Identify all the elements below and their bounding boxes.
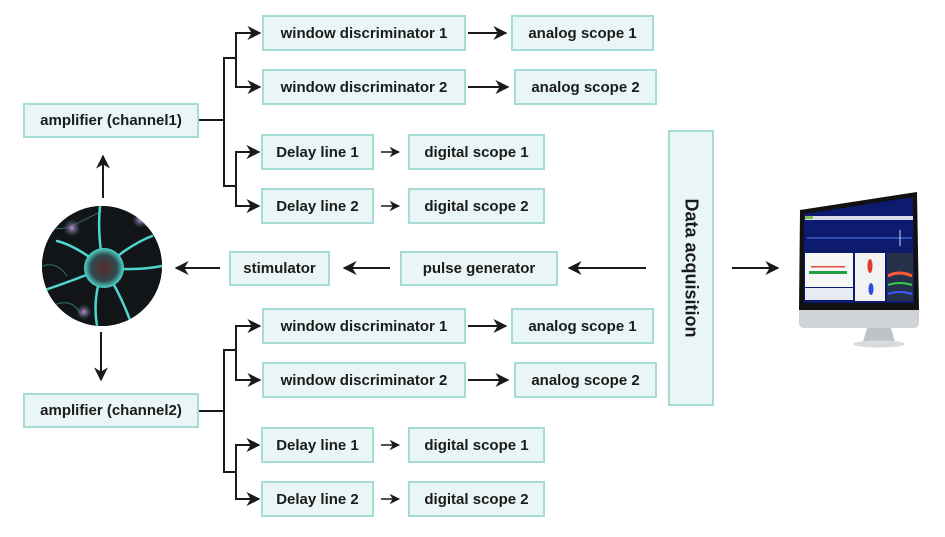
amplifier-channel1-label: amplifier (channel1) — [40, 112, 182, 129]
ch1-branch-dl1 — [235, 145, 261, 186]
ch2-digital-scope-2-box: digital scope 2 — [408, 481, 545, 517]
ch2-branch-wd1 — [235, 319, 262, 350]
pulse-generator-label: pulse generator — [422, 260, 536, 277]
computer-monitor-image — [795, 190, 925, 350]
ch2-window-discriminator-1-label: window discriminator 1 — [280, 317, 448, 335]
ch2-analog-scope-2-box: analog scope 2 — [514, 362, 657, 398]
ch2-digital-scope-1-label: digital scope 1 — [424, 436, 529, 454]
ch2-window-discriminator-2-box: window discriminator 2 — [262, 362, 466, 398]
ch1-window-discriminator-1-label: window discriminator 1 — [280, 24, 448, 42]
ch2-digital-scope-2-label: digital scope 2 — [424, 490, 529, 508]
ch1-delay-line-2-label: Delay line 2 — [276, 197, 359, 215]
ch1-branch-dl2 — [235, 186, 261, 213]
ch1-delay-line-1-box: Delay line 1 — [261, 134, 374, 170]
neuron-icon — [42, 206, 162, 326]
ch2-delay-line-2-box: Delay line 2 — [261, 481, 374, 517]
ch2-delay-line-1-label: Delay line 1 — [276, 436, 359, 454]
ch1-branch-wd1 — [235, 26, 262, 58]
amplifier-channel1-box: amplifier (channel1) — [23, 103, 199, 138]
ch1-window-discriminator-2-box: window discriminator 2 — [262, 69, 466, 105]
ch1-trunk — [199, 57, 236, 187]
ch1-analog-scope-1-box: analog scope 1 — [511, 15, 654, 51]
ch2-delay-line-2-label: Delay line 2 — [276, 490, 359, 508]
ch2-digital-scope-1-box: digital scope 1 — [408, 427, 545, 463]
pulse-generator-box: pulse generator — [400, 251, 558, 286]
amplifier-channel2-box: amplifier (channel2) — [23, 393, 199, 428]
ch1-delay-line-1-label: Delay line 1 — [276, 143, 359, 161]
ch2-branch-wd2 — [235, 350, 262, 387]
neuron-image — [42, 206, 162, 326]
ch1-digital-scope-1-box: digital scope 1 — [408, 134, 545, 170]
ch1-delay-line-2-box: Delay line 2 — [261, 188, 374, 224]
ch2-branch-dl1 — [235, 438, 261, 472]
ch2-analog-scope-1-box: analog scope 1 — [511, 308, 654, 344]
ch1-branch-wd2 — [235, 58, 262, 94]
ch2-analog-scope-1-label: analog scope 1 — [528, 317, 637, 335]
ch2-analog-scope-2-label: analog scope 2 — [531, 371, 640, 389]
ch2-branch-dl2 — [235, 472, 261, 506]
ch1-analog-scope-2-label: analog scope 2 — [531, 78, 640, 96]
ch2-delay-line-1-box: Delay line 1 — [261, 427, 374, 463]
ch1-analog-scope-2-box: analog scope 2 — [514, 69, 657, 105]
ch1-digital-scope-2-label: digital scope 2 — [424, 197, 529, 215]
amplifier-channel2-label: amplifier (channel2) — [40, 402, 182, 419]
ch2-trunk — [199, 349, 236, 473]
ch1-window-discriminator-2-label: window discriminator 2 — [280, 78, 448, 96]
ch2-window-discriminator-2-label: window discriminator 2 — [280, 371, 448, 389]
stimulator-box: stimulator — [229, 251, 330, 286]
ch1-analog-scope-1-label: analog scope 1 — [528, 24, 637, 42]
data-acquisition-box: Data acquisition — [668, 130, 714, 406]
ch1-digital-scope-1-label: digital scope 1 — [424, 143, 529, 161]
ch2-window-discriminator-1-box: window discriminator 1 — [262, 308, 466, 344]
data-acquisition-label: Data acquisition — [681, 198, 702, 338]
stimulator-label: stimulator — [243, 260, 316, 277]
ch1-digital-scope-2-box: digital scope 2 — [408, 188, 545, 224]
ch1-window-discriminator-1-box: window discriminator 1 — [262, 15, 466, 51]
computer-monitor-icon — [799, 192, 919, 348]
